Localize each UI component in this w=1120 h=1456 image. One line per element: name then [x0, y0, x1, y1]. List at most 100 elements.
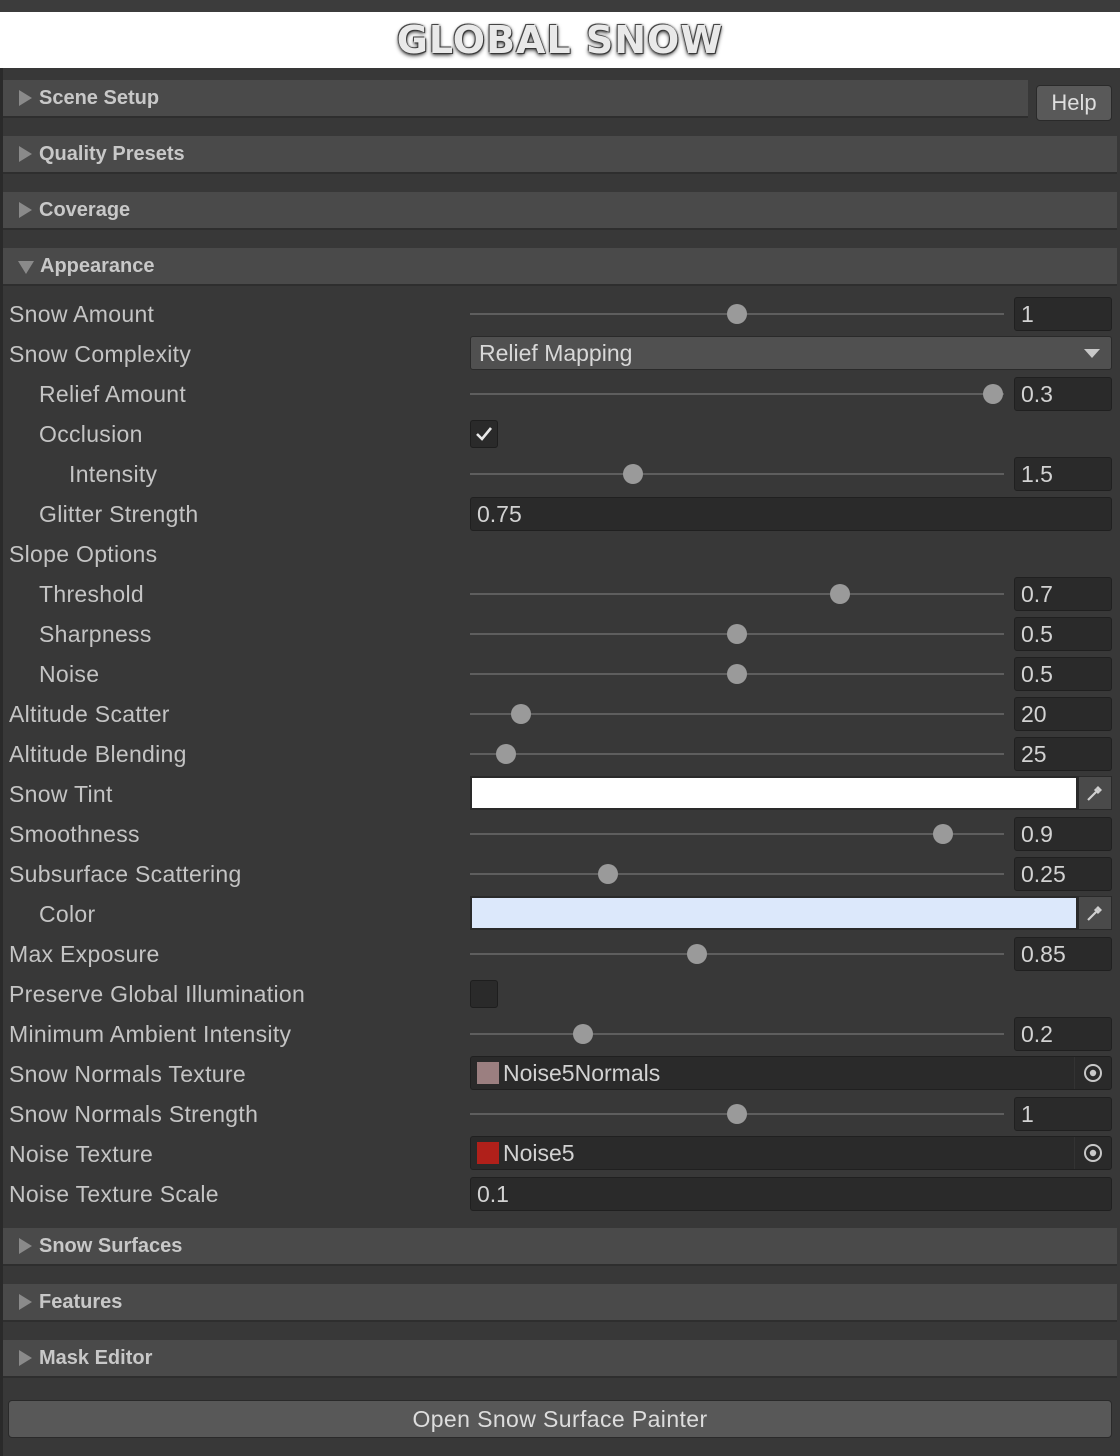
slider-thumb[interactable] [510, 704, 531, 724]
section-quality-presets[interactable]: Quality Presets [3, 136, 1117, 174]
noise-slider[interactable] [470, 654, 1004, 694]
relief-amount-slider[interactable] [470, 374, 1004, 414]
normals-strength-slider[interactable] [470, 1094, 1004, 1134]
relief-amount-label: Relief Amount [39, 381, 187, 407]
slider-thumb[interactable] [727, 1104, 747, 1124]
eyedropper-icon [1087, 786, 1102, 801]
section-snow-surfaces[interactable]: Snow Surfaces [3, 1228, 1117, 1266]
smoothness-label: Smoothness [9, 821, 140, 847]
preserve-gi-checkbox[interactable] [470, 980, 498, 1008]
object-picker-button[interactable] [1074, 1057, 1111, 1089]
altitude-blending-slider[interactable] [470, 734, 1004, 774]
section-appearance[interactable]: Appearance [3, 248, 1117, 286]
row-intensity: Intensity 1.5 [0, 454, 1120, 494]
preserve-gi-label: Preserve Global Illumination [9, 981, 306, 1007]
section-mask-editor[interactable]: Mask Editor [3, 1340, 1117, 1378]
noise-texture-scale-field[interactable]: 0.1 [470, 1177, 1112, 1211]
row-normals-texture: Snow Normals Texture Noise5Normals [0, 1054, 1120, 1094]
noise-field[interactable]: 0.5 [1014, 657, 1112, 691]
glitter-strength-field[interactable]: 0.75 [470, 497, 1112, 531]
row-smoothness: Smoothness 0.9 [0, 814, 1120, 854]
section-coverage[interactable]: Coverage [3, 192, 1117, 230]
row-threshold: Threshold 0.7 [0, 574, 1120, 614]
slider-thumb[interactable] [686, 944, 707, 964]
altitude-scatter-slider[interactable] [470, 694, 1004, 734]
slider-thumb[interactable] [830, 584, 851, 604]
threshold-field[interactable]: 0.7 [1014, 577, 1112, 611]
expand-arrow-icon [19, 146, 32, 162]
occlusion-label: Occlusion [39, 421, 143, 447]
normals-texture-field[interactable]: Noise5Normals [470, 1056, 1112, 1090]
section-features[interactable]: Features [3, 1284, 1117, 1322]
glitter-strength-label: Glitter Strength [39, 501, 199, 527]
section-scene-setup[interactable]: Scene Setup [3, 80, 1028, 118]
row-occlusion: Occlusion [0, 414, 1120, 454]
intensity-slider[interactable] [470, 454, 1004, 494]
section-title: Snow Surfaces [39, 1234, 183, 1257]
section-title: Features [39, 1290, 123, 1313]
sss-color-label: Color [39, 901, 96, 927]
row-max-exposure: Max Exposure 0.85 [0, 934, 1120, 974]
section-title: Coverage [39, 198, 131, 221]
intensity-field[interactable]: 1.5 [1014, 457, 1112, 491]
row-sharpness: Sharpness 0.5 [0, 614, 1120, 654]
row-min-ambient: Minimum Ambient Intensity 0.2 [0, 1014, 1120, 1054]
slider-thumb[interactable] [727, 304, 747, 324]
subsurface-scattering-field[interactable]: 0.25 [1014, 857, 1112, 891]
slider-thumb[interactable] [727, 624, 747, 644]
snow-amount-field[interactable]: 1 [1014, 297, 1112, 331]
max-exposure-field[interactable]: 0.85 [1014, 937, 1112, 971]
sharpness-field[interactable]: 0.5 [1014, 617, 1112, 651]
min-ambient-field[interactable]: 0.2 [1014, 1017, 1112, 1051]
section-title: Appearance [40, 254, 155, 277]
row-noise: Noise 0.5 [0, 654, 1120, 694]
sharpness-label: Sharpness [39, 621, 152, 647]
collapse-arrow-icon [18, 260, 34, 274]
normals-strength-label: Snow Normals Strength [9, 1101, 259, 1127]
object-picker-button[interactable] [1074, 1137, 1111, 1169]
slider-thumb[interactable] [573, 1024, 594, 1044]
sharpness-slider[interactable] [470, 614, 1004, 654]
threshold-slider[interactable] [470, 574, 1004, 614]
eyedropper-button[interactable] [1078, 776, 1112, 810]
max-exposure-slider[interactable] [470, 934, 1004, 974]
object-name: Noise5 [503, 1140, 575, 1166]
occlusion-checkbox[interactable] [470, 420, 498, 448]
snow-amount-slider[interactable] [470, 294, 1004, 334]
slider-thumb[interactable] [983, 384, 1004, 404]
sss-color-field[interactable] [470, 896, 1078, 930]
open-snow-surface-painter-button[interactable]: Open Snow Surface Painter [8, 1400, 1112, 1438]
row-normals-strength: Snow Normals Strength 1 [0, 1094, 1120, 1134]
section-title: Mask Editor [39, 1346, 153, 1369]
expand-arrow-icon [19, 1294, 32, 1310]
slider-thumb[interactable] [495, 744, 516, 764]
min-ambient-slider[interactable] [470, 1014, 1004, 1054]
row-altitude-blending: Altitude Blending 25 [0, 734, 1120, 774]
eyedropper-button[interactable] [1078, 896, 1112, 930]
target-icon [1084, 1144, 1102, 1162]
row-noise-texture: Noise Texture Noise5 [0, 1134, 1120, 1174]
slider-thumb[interactable] [727, 664, 747, 684]
smoothness-slider[interactable] [470, 814, 1004, 854]
eyedropper-icon [1087, 906, 1102, 921]
slider-thumb[interactable] [597, 864, 618, 884]
snow-tint-color-field[interactable] [470, 776, 1078, 810]
normals-strength-field[interactable]: 1 [1014, 1097, 1112, 1131]
row-snow-tint: Snow Tint [0, 774, 1120, 814]
normals-texture-label: Snow Normals Texture [9, 1061, 246, 1087]
expand-arrow-icon [19, 90, 32, 106]
slider-thumb[interactable] [622, 464, 643, 484]
slope-options-label: Slope Options [9, 541, 158, 567]
noise-texture-scale-label: Noise Texture Scale [9, 1181, 219, 1207]
slider-thumb[interactable] [932, 824, 953, 844]
subsurface-scattering-slider[interactable] [470, 854, 1004, 894]
relief-amount-field[interactable]: 0.3 [1014, 377, 1112, 411]
texture-thumbnail [477, 1142, 499, 1164]
altitude-scatter-field[interactable]: 20 [1014, 697, 1112, 731]
altitude-blending-field[interactable]: 25 [1014, 737, 1112, 771]
smoothness-field[interactable]: 0.9 [1014, 817, 1112, 851]
noise-texture-field[interactable]: Noise5 [470, 1136, 1112, 1170]
help-button[interactable]: Help [1036, 85, 1112, 121]
snow-complexity-dropdown[interactable]: Relief Mapping [470, 336, 1112, 370]
checkmark-icon [476, 427, 493, 441]
